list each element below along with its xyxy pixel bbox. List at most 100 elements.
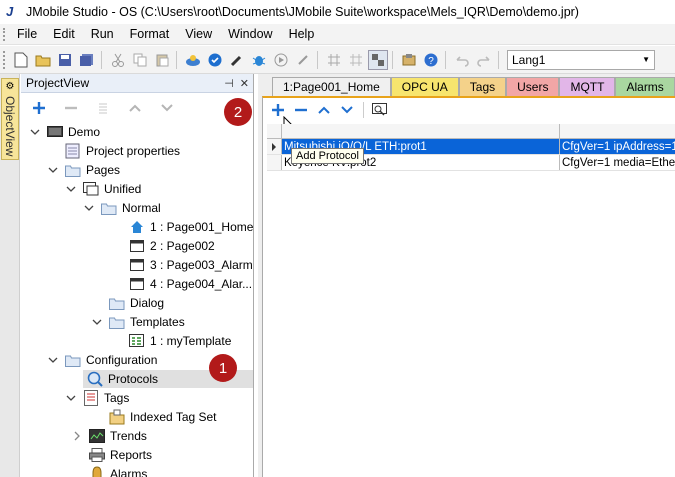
grid-header-config[interactable] <box>560 124 675 138</box>
redo-icon[interactable] <box>474 50 494 70</box>
align-icon[interactable] <box>368 49 388 70</box>
menu-edit[interactable]: Edit <box>45 24 83 45</box>
row-selector[interactable] <box>267 155 282 170</box>
tree-label: Alarms <box>110 467 148 477</box>
tree-item-dialog[interactable]: Dialog <box>109 294 164 312</box>
menu-view[interactable]: View <box>177 24 220 45</box>
menu-format[interactable]: Format <box>122 24 178 45</box>
undo-icon[interactable] <box>452 50 472 70</box>
play-icon[interactable] <box>271 50 291 70</box>
new-icon[interactable] <box>11 50 31 70</box>
toolbar-separator <box>498 50 499 69</box>
chevron-down-icon[interactable] <box>47 164 59 176</box>
tree-item-alarms[interactable]: Alarms <box>89 465 147 477</box>
tools-icon[interactable] <box>227 50 247 70</box>
chevron-down-icon[interactable] <box>29 126 41 138</box>
menu-bar: File Edit Run Format View Window Help <box>0 24 675 45</box>
objectview-tab[interactable]: ⚙ ObjectView <box>1 78 19 160</box>
paste-icon[interactable] <box>152 50 172 70</box>
tab-opc-ua[interactable]: OPC UA <box>390 77 459 96</box>
cut-icon[interactable] <box>108 50 128 70</box>
tab-users[interactable]: Users <box>506 77 560 96</box>
chevron-down-icon[interactable] <box>65 392 77 404</box>
tree-label: Tags <box>104 391 130 405</box>
grid-header-corner <box>267 124 282 138</box>
chevron-down-icon[interactable] <box>83 202 95 214</box>
tree-item-reports[interactable]: Reports <box>89 446 152 464</box>
tab-page001-home[interactable]: 1:Page001_Home <box>272 77 391 96</box>
save-all-icon[interactable] <box>77 50 97 70</box>
tree-item-configuration[interactable]: Configuration <box>47 351 157 369</box>
tree-label: Demo <box>68 125 101 139</box>
package-icon[interactable] <box>399 50 419 70</box>
tree-item-mytemplate[interactable]: 1 : myTemplate <box>129 332 231 350</box>
close-icon[interactable]: ✕ <box>240 77 249 90</box>
tree-item-project-properties[interactable]: Project properties <box>65 142 180 160</box>
protocols-editor: Mitsubishi iQ/Q/L ETH:prot1 CfgVer=1 ipA… <box>262 96 675 477</box>
toolbar-separator <box>392 50 393 69</box>
grid-icon[interactable] <box>324 50 344 70</box>
check-icon[interactable] <box>205 50 225 70</box>
grid-header <box>267 124 675 139</box>
chevron-right-icon[interactable] <box>71 430 83 442</box>
callout-badge-2: 2 <box>224 98 252 126</box>
tab-alarms[interactable]: Alarms <box>615 77 675 96</box>
debug-icon[interactable] <box>249 50 269 70</box>
add-icon[interactable] <box>29 98 49 118</box>
tree-label: 1 : Page001_Home <box>150 220 254 234</box>
chevron-down-icon[interactable] <box>47 354 59 366</box>
grid-header-name[interactable] <box>282 124 560 138</box>
pin-icon[interactable]: ⊣ <box>224 77 234 90</box>
search-icon[interactable] <box>371 101 389 119</box>
tree-item-page001-home[interactable]: 1 : Page001_Home <box>129 218 253 236</box>
tab-tags[interactable]: Tags <box>458 77 507 96</box>
protocol-config[interactable]: CfgVer=1 media=Etherne <box>560 155 675 170</box>
properties-icon[interactable] <box>93 98 113 118</box>
move-down-icon[interactable] <box>157 98 177 118</box>
menu-run[interactable]: Run <box>83 24 122 45</box>
help-icon[interactable]: ? <box>421 50 441 70</box>
open-icon[interactable] <box>33 50 53 70</box>
tree-label: Pages <box>86 163 121 177</box>
tree-item-unified[interactable]: Unified <box>65 180 141 198</box>
folder-icon <box>65 352 81 368</box>
snap-icon[interactable] <box>346 50 366 70</box>
tree-item-page003-alarm[interactable]: 3 : Page003_Alarm <box>129 256 253 274</box>
menu-window[interactable]: Window <box>220 24 280 45</box>
language-select[interactable]: Lang1 ▼ <box>507 49 655 70</box>
stop-icon[interactable] <box>293 50 313 70</box>
remove-icon[interactable] <box>61 98 81 118</box>
tree-label: Protocols <box>108 372 159 386</box>
chevron-down-icon[interactable] <box>65 183 77 195</box>
tab-mqtt[interactable]: MQTT <box>559 77 616 96</box>
objectview-strip: ⚙ ObjectView <box>0 74 20 477</box>
menu-file[interactable]: File <box>9 24 45 45</box>
indexed-tagset-icon <box>109 409 125 425</box>
tree-item-page002[interactable]: 2 : Page002 <box>129 237 215 255</box>
tree-item-trends[interactable]: Trends <box>71 427 147 445</box>
reports-icon <box>89 447 105 463</box>
row-selector-icon[interactable] <box>267 139 282 154</box>
tree-item-page004-alarm[interactable]: 4 : Page004_Alar... <box>129 275 252 293</box>
project-view-panel: ProjectView ⊣ ✕ Demo Project properties … <box>21 74 254 477</box>
protocol-config[interactable]: CfgVer=1 ipAddress=192 <box>560 139 675 154</box>
download-icon[interactable] <box>183 50 203 70</box>
tree-label: 1 : myTemplate <box>150 334 232 348</box>
tree-item-demo[interactable]: Demo <box>29 123 100 141</box>
tree-label: Unified <box>104 182 142 196</box>
move-up-icon[interactable] <box>315 101 333 119</box>
menu-help[interactable]: Help <box>281 24 323 45</box>
tree-item-tags[interactable]: Tags <box>65 389 129 407</box>
save-icon[interactable] <box>55 50 75 70</box>
chevron-down-icon[interactable] <box>91 316 103 328</box>
tree-item-normal[interactable]: Normal <box>83 199 161 217</box>
move-up-icon[interactable] <box>125 98 145 118</box>
toolbar-separator <box>317 50 318 69</box>
copy-icon[interactable] <box>130 50 150 70</box>
tree-item-templates[interactable]: Templates <box>91 313 185 331</box>
tree-item-indexed-tag-set[interactable]: Indexed Tag Set <box>109 408 217 426</box>
properties-icon <box>65 143 81 159</box>
tree-item-pages[interactable]: Pages <box>47 161 120 179</box>
tree-label: Project properties <box>86 144 181 158</box>
move-down-icon[interactable] <box>338 101 356 119</box>
